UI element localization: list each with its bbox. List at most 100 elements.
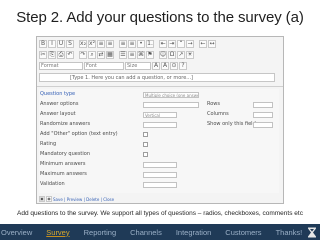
format-button[interactable]: I — [48, 40, 56, 48]
format-button[interactable]: → — [186, 40, 194, 48]
form-row: Mandatory question — [39, 151, 279, 159]
toolbar-select-size[interactable]: Size — [125, 62, 151, 70]
form-row-label: Answer options — [40, 101, 79, 107]
form-row-label: Randomize answers — [40, 121, 91, 127]
slide-title: Step 2. Add your questions to the survey… — [16, 9, 304, 26]
form-row-select[interactable] — [143, 162, 177, 168]
editor-toolbar-row-2: ✂ ⎘ ⎙ ↶ ↷ ⌕ ⇄ ▦ ☰ ≡ ⌘ ⚑ ☺ Ω ↗ ☀ — [39, 50, 194, 60]
form-row-select[interactable] — [143, 182, 177, 188]
editor-bottom-strip: ▣ ◉ Save | Preview | Delete | Close — [39, 195, 114, 203]
question-settings-form: Question type Multiple choice (one answer… — [39, 89, 279, 193]
slide-navbar: Overview Survey Reporting Channels Integrati… — [0, 224, 320, 240]
format-button[interactable]: ⇤ — [159, 40, 167, 48]
form-row-right-input[interactable] — [253, 122, 273, 128]
nav-item-reporting[interactable]: Reporting — [77, 228, 124, 237]
hourglass-icon — [306, 226, 318, 238]
form-row-checkbox[interactable] — [143, 152, 148, 157]
style-button[interactable]: A — [152, 62, 160, 70]
format-button[interactable]: ← — [199, 40, 207, 48]
form-row: Randomize answers Show only this field — [39, 121, 279, 129]
form-row: Rating — [39, 141, 279, 149]
form-row-select[interactable] — [143, 102, 199, 108]
edit-button[interactable]: ⎘ — [48, 51, 56, 59]
form-row: Maximum answers — [39, 171, 279, 179]
form-row-select[interactable]: Vertical — [143, 112, 177, 118]
style-button[interactable]: A — [161, 62, 169, 70]
edit-button[interactable]: Ω — [168, 51, 176, 59]
format-button[interactable]: ≡ — [106, 40, 114, 48]
edit-button[interactable]: ↶ — [66, 51, 74, 59]
nav-item-integration[interactable]: Integration — [169, 228, 218, 237]
slide-caption: Add questions to the survey. We support … — [17, 210, 303, 217]
style-button[interactable]: ? — [179, 62, 187, 70]
form-row-label: Validation — [40, 181, 65, 187]
form-row-label: Mandatory question — [40, 151, 91, 157]
style-button[interactable]: ⊙ — [170, 62, 178, 70]
form-row-label: Answer layout — [40, 111, 76, 117]
edit-button[interactable]: ✂ — [39, 51, 47, 59]
form-row-checkbox[interactable] — [143, 132, 148, 137]
nav-item-channels[interactable]: Channels — [123, 228, 169, 237]
form-row-right-label: Show only this field — [207, 121, 256, 127]
editor-bottom-links[interactable]: Save | Preview | Delete | Close — [53, 197, 114, 202]
format-button[interactable]: B — [39, 40, 47, 48]
format-button[interactable]: 1. — [146, 40, 154, 48]
form-row-right-label: Rows — [207, 101, 221, 107]
edit-button[interactable]: ⌕ — [88, 51, 96, 59]
form-row: Question type Multiple choice (one answer… — [39, 91, 279, 99]
edit-button[interactable]: ⚑ — [146, 51, 154, 59]
form-row-right-label: Columns — [207, 111, 229, 117]
format-button[interactable]: S — [66, 40, 74, 48]
edit-button[interactable]: ⌘ — [137, 51, 145, 59]
nav-item-survey[interactable]: Survey — [39, 228, 76, 237]
save-icon[interactable]: ▣ — [39, 196, 45, 202]
form-row-label: Add "Other" option (text entry) — [40, 131, 118, 137]
edit-button[interactable]: ☀ — [186, 51, 194, 59]
edit-button[interactable]: ☺ — [159, 51, 167, 59]
format-button[interactable]: ≡ — [128, 40, 136, 48]
edit-button[interactable]: ↷ — [79, 51, 87, 59]
format-button[interactable]: ↔ — [208, 40, 216, 48]
format-button[interactable]: x₂ — [79, 40, 87, 48]
toolbar-select-format[interactable]: Format — [39, 62, 83, 70]
question-text: [Type 1. Here you can add a question, or… — [70, 75, 193, 81]
edit-button[interactable]: ↗ — [177, 51, 185, 59]
format-button[interactable]: ≡ — [119, 40, 127, 48]
editor-toolbar-row-3: Format Font Size A A ⊙? — [39, 61, 187, 71]
format-button[interactable]: • — [137, 40, 145, 48]
edit-button[interactable]: ▦ — [106, 51, 114, 59]
format-button[interactable]: x² — [88, 40, 96, 48]
format-button[interactable]: “ — [177, 40, 185, 48]
edit-button[interactable]: ⇄ — [97, 51, 105, 59]
form-row: Minimum answers — [39, 161, 279, 169]
edit-button[interactable]: ⎙ — [57, 51, 65, 59]
nav-item-customers[interactable]: Customers — [218, 228, 268, 237]
form-row-right-input[interactable] — [253, 112, 273, 118]
nav-item-thanks[interactable]: Thanks! — [269, 228, 310, 237]
question-text-editor[interactable]: [Type 1. Here you can add a question, or… — [39, 73, 275, 82]
form-row: Validation — [39, 181, 279, 189]
form-row: Answer options Rows — [39, 101, 279, 109]
format-button[interactable]: U — [57, 40, 65, 48]
form-row-checkbox[interactable] — [143, 142, 148, 147]
edit-button[interactable]: ☰ — [119, 51, 127, 59]
toolbar-select-font[interactable]: Font — [84, 62, 124, 70]
format-button[interactable]: ⇥ — [168, 40, 176, 48]
preview-icon[interactable]: ◉ — [46, 196, 52, 202]
form-row-label: Question type — [40, 91, 76, 97]
form-row-select[interactable] — [143, 122, 177, 128]
form-row-label: Maximum answers — [40, 171, 87, 177]
editor-toolbar-row-1: B I U Sx₂ x² ≡ ≡ ≡ ≡ • 1. ⇤ ⇥ “→ ← ↔ — [39, 39, 216, 49]
form-row-label: Minimum answers — [40, 161, 86, 167]
form-row-select[interactable] — [143, 172, 177, 178]
edit-button[interactable]: ≡ — [128, 51, 136, 59]
form-row-label: Rating — [40, 141, 57, 147]
nav-item-overview[interactable]: Overview — [0, 228, 39, 237]
form-row: Answer layout Vertical Columns — [39, 111, 279, 119]
form-row: Add "Other" option (text entry) — [39, 131, 279, 139]
format-button[interactable]: ≡ — [97, 40, 105, 48]
divider — [37, 86, 283, 87]
form-row-right-input[interactable] — [253, 102, 273, 108]
form-row-select[interactable]: Multiple choice (one answer) — [143, 92, 199, 98]
editor-screenshot: B I U Sx₂ x² ≡ ≡ ≡ ≡ • 1. ⇤ ⇥ “→ ← ↔ ✂ ⎘ ⎙ ↶ ↷ ⌕ ⇄ ▦ ☰ ≡ ⌘ ⚑ ☺ Ω ↗ ☀ F… — [36, 36, 284, 204]
